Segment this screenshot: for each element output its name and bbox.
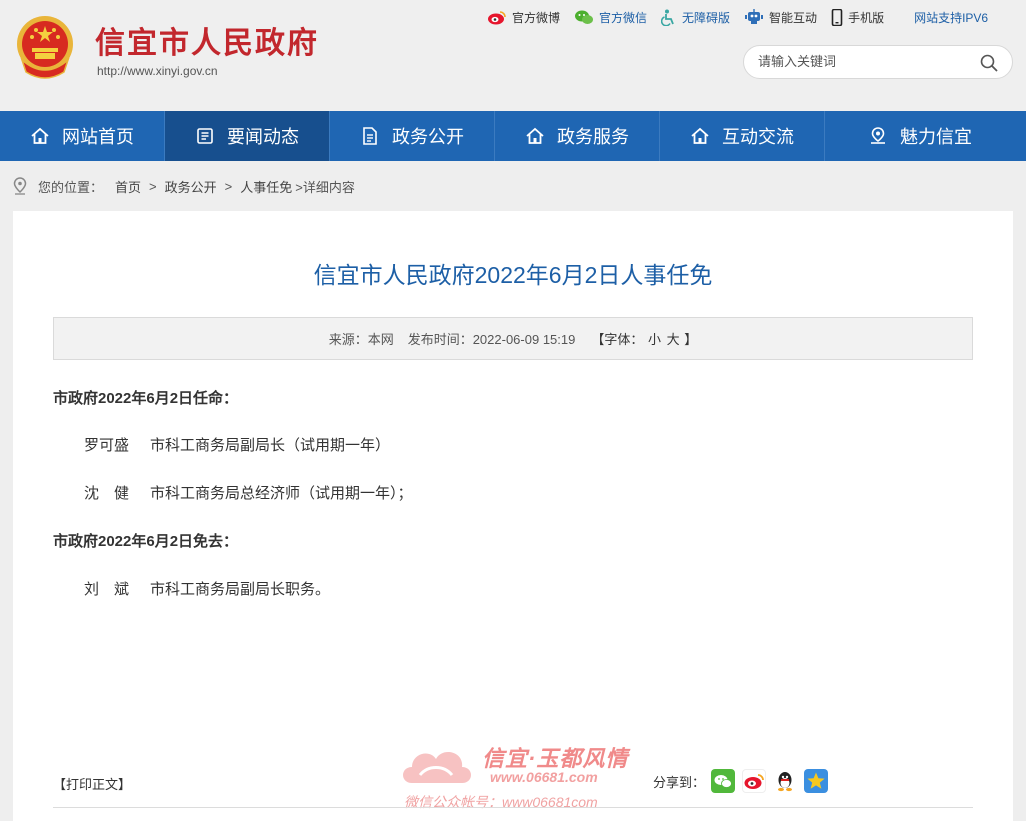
site-url: http://www.xinyi.gov.cn [97, 64, 218, 78]
print-button[interactable]: 【打印正文】 [53, 774, 131, 793]
position-text: 市科工商务局副局长（试用期一年） [150, 437, 391, 454]
site-title[interactable]: 信宜市人民政府 [95, 18, 319, 62]
person-name: 沈 健 [84, 485, 130, 502]
breadcrumb-personnel-link[interactable]: 人事任免 [240, 177, 292, 196]
watermark-wechat: 微信公众帐号：www06681com [404, 794, 598, 810]
breadcrumb-separator: > [149, 178, 157, 194]
weibo-label: 官方微博 [512, 10, 561, 25]
wechat-icon [714, 775, 732, 788]
person-name: 刘 斌 [84, 581, 130, 598]
qq-penguin-icon [778, 772, 793, 792]
article-panel: 信宜市人民政府2022年6月2日人事任免 来源：本网 发布时间：2022-06-… [13, 211, 1013, 821]
nav-item-charm-xinyi[interactable]: 魅力信宜 [825, 111, 1015, 161]
share-label: 分享到： [653, 774, 706, 790]
nav-label: 网站首页 [62, 127, 134, 147]
search-box [743, 45, 1013, 79]
accessibility-link[interactable]: 无障碍版 [661, 9, 730, 26]
position-text: 市科工商务局副局长职务。 [150, 581, 331, 598]
site-header: 信宜市人民政府 http://www.xinyi.gov.cn 官方微博 官方微… [0, 0, 1026, 111]
smart-interaction-label: 智能互动 [769, 10, 818, 25]
share-bar: 分享到： [653, 769, 835, 793]
breadcrumb: 您的位置： 首页 > 政务公开 > 人事任免 >详细内容 [12, 177, 355, 195]
article-title: 信宜市人民政府2022年6月2日人事任免 [313, 262, 713, 288]
wechat-label: 官方微信 [599, 10, 648, 25]
location-pin-icon [13, 177, 27, 195]
nav-item-services[interactable]: 政务服务 [495, 111, 660, 161]
nav-item-home[interactable]: 网站首页 [0, 111, 165, 161]
cloud-logo-icon [403, 752, 471, 783]
footer-divider [53, 807, 973, 808]
share-qq-button[interactable] [773, 769, 798, 793]
breadcrumb-label: 您的位置： [38, 179, 104, 195]
article-publish-time: 发布时间：2022-06-09 15:19 [407, 332, 576, 347]
font-small-button[interactable]: 小 [648, 332, 661, 347]
breadcrumb-home-link[interactable]: 首页 [115, 177, 141, 196]
wechat-icon [575, 10, 594, 24]
search-input[interactable] [758, 54, 968, 69]
article-meta-bar: 来源：本网 发布时间：2022-06-09 15:19 【字体： 小 大 】 [53, 317, 973, 360]
top-links: 官方微博 官方微信 无障碍版 智能互动 手机版 网站支持IPV6 [487, 8, 1002, 26]
share-qzone-button[interactable] [804, 769, 829, 793]
nav-item-news[interactable]: 要闻动态 [165, 111, 330, 161]
nav-item-interaction[interactable]: 互动交流 [660, 111, 825, 161]
accessibility-label: 无障碍版 [682, 10, 731, 25]
nav-label: 政务服务 [557, 127, 629, 147]
font-size-control: 【字体： 小 大 】 [591, 332, 698, 347]
breadcrumb-government-affairs-link[interactable]: 政务公开 [165, 177, 217, 196]
nav-item-government-affairs[interactable]: 政务公开 [330, 111, 495, 161]
search-icon[interactable] [980, 54, 998, 72]
weibo-icon [744, 774, 764, 789]
national-emblem-icon[interactable] [14, 14, 76, 80]
mobile-link[interactable]: 手机版 [831, 8, 885, 26]
appointment-row: 罗可盛 市科工商务局副局长（试用期一年） [84, 434, 390, 455]
document-icon [363, 127, 377, 145]
smart-interaction-link[interactable]: 智能互动 [744, 9, 817, 26]
person-name: 罗可盛 [84, 437, 130, 454]
home-icon [691, 127, 709, 144]
removal-row: 刘 斌 市科工商务局副局长职务。 [84, 578, 330, 599]
appointment-row: 沈 健 市科工商务局总经济师（试用期一年）； [84, 482, 413, 503]
ipv6-label: 网站支持IPV6 [914, 10, 989, 25]
home-icon [526, 127, 544, 144]
nav-label: 互动交流 [722, 127, 794, 147]
watermark-url: www.06681.com [490, 769, 598, 785]
breadcrumb-separator: > [224, 178, 233, 194]
watermark: 信宜·玉都风情 www.06681.com 微信公众帐号：www06681com [398, 739, 658, 817]
main-nav: 网站首页 要闻动态 政务公开 政务服务 互动交流 魅力信宜 [0, 111, 1026, 161]
nav-label: 魅力信宜 [900, 127, 972, 147]
article-source: 来源：本网 [328, 332, 394, 347]
position-text: 市科工商务局总经济师（试用期一年）； [150, 485, 413, 502]
watermark-brand: 信宜·玉都风情 [482, 746, 629, 771]
nav-label: 要闻动态 [227, 127, 299, 147]
font-large-button[interactable]: 大 [667, 332, 680, 347]
home-icon [31, 127, 49, 144]
news-icon [197, 128, 213, 144]
breadcrumb-current: >详细内容 [295, 179, 355, 195]
location-icon [871, 127, 885, 144]
ipv6-link[interactable]: 网站支持IPV6 [914, 9, 988, 26]
mobile-label: 手机版 [848, 10, 885, 25]
wechat-link[interactable]: 官方微信 [574, 9, 647, 26]
robot-icon [745, 9, 764, 24]
weibo-link[interactable]: 官方微博 [487, 9, 560, 26]
mobile-phone-icon [831, 8, 843, 26]
weibo-icon [488, 11, 506, 25]
qzone-star-icon [807, 772, 825, 789]
share-wechat-button[interactable] [711, 769, 736, 793]
accessibility-icon [661, 9, 674, 26]
appointment-heading: 市政府2022年6月2日任命： [53, 390, 239, 407]
nav-label: 政务公开 [392, 127, 464, 147]
removal-heading: 市政府2022年6月2日免去： [53, 533, 239, 550]
share-weibo-button[interactable] [742, 769, 767, 793]
